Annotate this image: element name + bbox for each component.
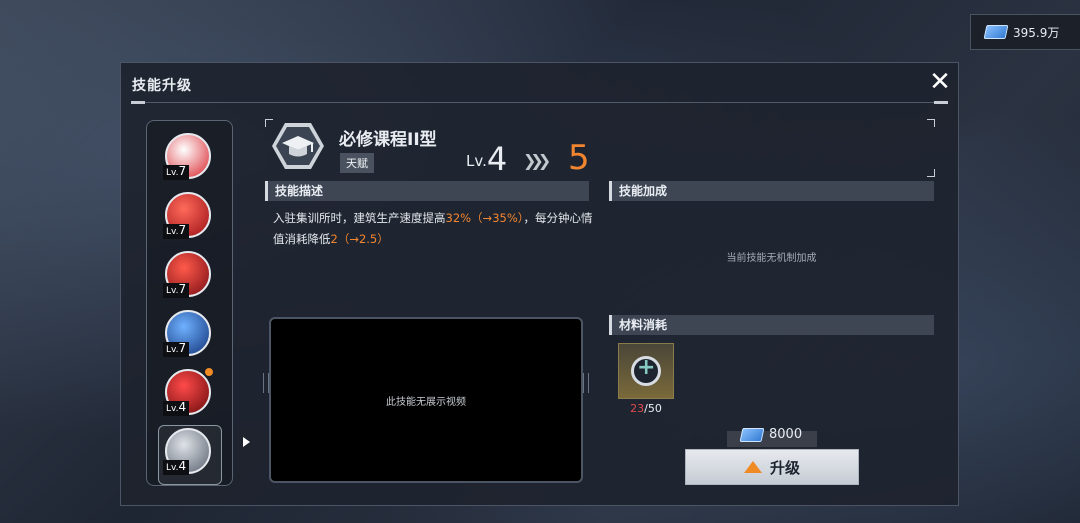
skill-tag: 天赋 bbox=[340, 153, 374, 173]
upgrade-cost: 8000 bbox=[739, 427, 803, 442]
title-divider bbox=[131, 102, 948, 103]
ticket-icon bbox=[983, 25, 1009, 39]
skill-level-badge: Lv.7 bbox=[163, 342, 190, 357]
skill-list-item[interactable]: Lv.7 bbox=[163, 192, 211, 239]
notification-dot bbox=[205, 368, 213, 376]
upgrade-button[interactable]: 升级 bbox=[685, 449, 859, 485]
skill-name: 必修课程II型 bbox=[339, 130, 437, 150]
skill-list-item[interactable]: Lv.4 bbox=[163, 368, 213, 416]
close-mark bbox=[934, 101, 948, 104]
skill-level-badge: Lv.7 bbox=[163, 224, 190, 239]
frame-corner bbox=[265, 119, 273, 127]
skill-level-badge: Lv.7 bbox=[163, 165, 190, 180]
title-mark bbox=[131, 101, 145, 104]
skill-description: 入驻集训所时，建筑生产速度提高32%（→35%），每分钟心情值消耗降低2（→2.… bbox=[273, 211, 593, 246]
skill-list-item[interactable]: Lv.7 bbox=[163, 251, 211, 298]
currency-amount: 395.9万 bbox=[1013, 25, 1060, 40]
material-card[interactable] bbox=[618, 343, 674, 399]
skill-level-badge: Lv.4 bbox=[163, 401, 190, 416]
cost-amount: 8000 bbox=[769, 427, 803, 442]
skill-list-item[interactable]: Lv.7 bbox=[163, 310, 211, 357]
skill-level-badge: Lv.7 bbox=[163, 283, 190, 298]
skill-list-item[interactable]: Lv.7 bbox=[163, 133, 211, 180]
bonus-header: 技能加成 bbox=[609, 181, 934, 201]
close-icon[interactable]: ✕ bbox=[927, 69, 953, 95]
skill-level-badge: Lv.4 bbox=[163, 460, 190, 475]
selected-arrow-icon bbox=[243, 437, 250, 447]
skill-list[interactable]: Lv.7 Lv.7 Lv.7 Lv.7 Lv.4 Lv.4 bbox=[146, 120, 250, 486]
video-handle bbox=[583, 373, 589, 393]
material-count: 23/50 bbox=[630, 402, 662, 415]
frame-corner bbox=[927, 169, 935, 177]
skill-video: 此技能无展示视频 bbox=[269, 317, 583, 483]
materials-header: 材料消耗 bbox=[609, 315, 934, 335]
description-header: 技能描述 bbox=[265, 181, 589, 201]
chip-material-icon bbox=[631, 355, 661, 386]
level-arrow-icon: ❯❯❯ bbox=[523, 151, 551, 170]
ticket-icon bbox=[739, 427, 765, 442]
skill-list-item[interactable]: Lv.4 bbox=[163, 428, 211, 475]
skill-upgrade-panel: 技能升级 ✕ Lv.7 Lv.7 Lv.7 Lv.7 Lv.4 Lv.4 必修课程II型 … bbox=[120, 62, 959, 506]
panel-title: 技能升级 bbox=[132, 78, 192, 94]
next-level: 5 bbox=[568, 138, 590, 178]
no-bonus-text: 当前技能无机制加成 bbox=[726, 253, 817, 264]
currency-display: 395.9万 bbox=[970, 14, 1080, 50]
current-level: Lv.4 bbox=[466, 140, 508, 178]
upgrade-arrow-icon bbox=[743, 461, 762, 473]
frame-corner bbox=[927, 119, 935, 127]
upgrade-label: 升级 bbox=[769, 458, 800, 477]
